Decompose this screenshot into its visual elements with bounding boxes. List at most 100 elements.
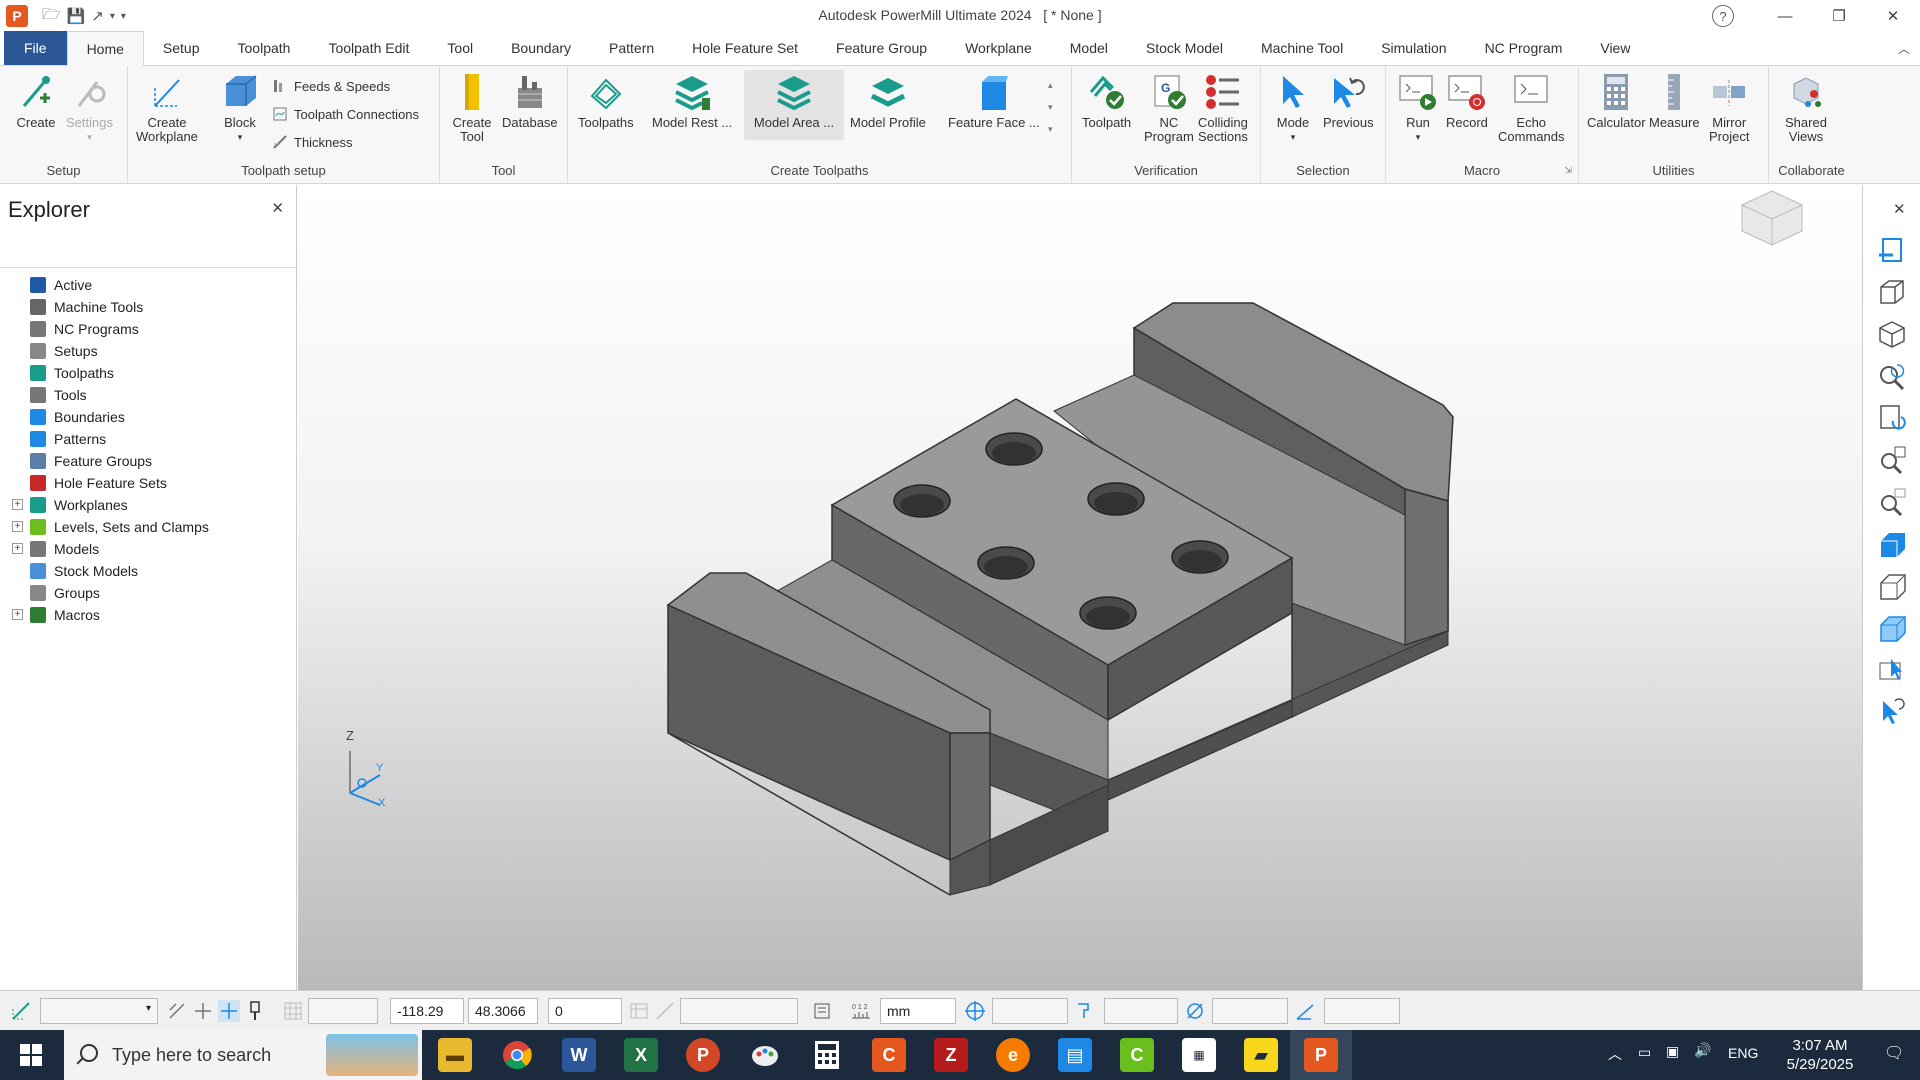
tab-machine-tool[interactable]: Machine Tool bbox=[1242, 31, 1362, 65]
tolerance-icon[interactable] bbox=[812, 1000, 834, 1022]
customize-qat-icon[interactable]: ▾ bbox=[121, 11, 126, 22]
expand-icon[interactable]: + bbox=[12, 521, 23, 532]
grid-field[interactable] bbox=[308, 998, 378, 1024]
zoom-box-icon[interactable] bbox=[1877, 487, 1907, 517]
tree-item-groups[interactable]: Groups bbox=[0, 582, 296, 604]
model-area-button[interactable]: Model Area ... bbox=[744, 70, 844, 140]
tree-item-patterns[interactable]: Patterns bbox=[0, 428, 296, 450]
sticky-notes-taskbar-icon[interactable]: ▰ bbox=[1244, 1038, 1278, 1072]
crosshair-field[interactable] bbox=[992, 998, 1068, 1024]
taskbar-search-box[interactable]: Type here to search bbox=[64, 1030, 422, 1080]
workplane-quick-icon[interactable]: ↗ bbox=[91, 7, 104, 25]
notification-icon[interactable]: 🗨 bbox=[1884, 1043, 1904, 1063]
gallery-down-icon[interactable]: ▾ bbox=[1048, 96, 1053, 118]
battery-icon[interactable]: ▭ bbox=[1638, 1044, 1651, 1061]
tab-setup[interactable]: Setup bbox=[144, 31, 219, 65]
tree-item-stock-models[interactable]: Stock Models bbox=[0, 560, 296, 582]
tree-item-models[interactable]: + Models bbox=[0, 538, 296, 560]
select-window-icon[interactable] bbox=[1877, 655, 1907, 685]
help-icon[interactable]: ? bbox=[1712, 5, 1734, 27]
workplane-select[interactable]: ▾ bbox=[40, 998, 158, 1024]
database-button[interactable]: Database bbox=[502, 72, 558, 130]
tree-item-machine-tools[interactable]: Machine Tools bbox=[0, 296, 296, 318]
minimize-button[interactable]: — bbox=[1758, 0, 1812, 32]
run-macro-button[interactable]: Run ▾ bbox=[1398, 72, 1438, 144]
tab-hole-feature-set[interactable]: Hole Feature Set bbox=[673, 31, 817, 65]
y-coordinate-field[interactable]: 48.3066 bbox=[468, 998, 538, 1024]
tree-item-active[interactable]: Active bbox=[0, 274, 296, 296]
mirror-project-button[interactable]: Mirror Project bbox=[1709, 72, 1749, 144]
expand-icon[interactable]: + bbox=[12, 499, 23, 510]
tree-item-levels-sets-and-clamps[interactable]: + Levels, Sets and Clamps bbox=[0, 516, 296, 538]
save-icon[interactable]: 💾 bbox=[67, 7, 86, 25]
previous-selection-button[interactable]: Previous bbox=[1323, 72, 1374, 130]
tab-simulation[interactable]: Simulation bbox=[1362, 31, 1465, 65]
view-toolbar-close-icon[interactable]: ✕ bbox=[1893, 200, 1906, 218]
tab-workplane[interactable]: Workplane bbox=[946, 31, 1051, 65]
tab-model[interactable]: Model bbox=[1051, 31, 1127, 65]
toolpath-verify-button[interactable]: Toolpath bbox=[1082, 72, 1131, 130]
measure-table-icon[interactable] bbox=[628, 1000, 650, 1022]
view-cube[interactable] bbox=[1741, 190, 1803, 246]
tree-item-hole-feature-sets[interactable]: Hole Feature Sets bbox=[0, 472, 296, 494]
search-highlight-image[interactable] bbox=[326, 1034, 418, 1076]
excel-taskbar-icon[interactable]: X bbox=[624, 1038, 658, 1072]
tab-toolpath-edit[interactable]: Toolpath Edit bbox=[309, 31, 428, 65]
tab-boundary[interactable]: Boundary bbox=[492, 31, 590, 65]
refresh-view-icon[interactable] bbox=[1877, 403, 1907, 433]
transparent-block-icon[interactable] bbox=[1877, 613, 1907, 643]
tab-feature-group[interactable]: Feature Group bbox=[817, 31, 946, 65]
tab-file[interactable]: File bbox=[4, 31, 67, 65]
select-undo-icon[interactable] bbox=[1877, 697, 1907, 727]
restore-button[interactable]: ❐ bbox=[1812, 0, 1866, 32]
notepad-taskbar-icon[interactable]: ▤ bbox=[1058, 1038, 1092, 1072]
powermill-app-icon[interactable]: P bbox=[6, 5, 28, 27]
block-button[interactable]: Block ▾ bbox=[220, 72, 260, 144]
zoom-refresh-icon[interactable] bbox=[1877, 361, 1907, 391]
create-workplane-button[interactable]: Create Workplane bbox=[136, 72, 198, 144]
gallery-more-icon[interactable]: ▾ bbox=[1048, 118, 1053, 140]
tree-item-feature-groups[interactable]: Feature Groups bbox=[0, 450, 296, 472]
tree-item-nc-programs[interactable]: NC Programs bbox=[0, 318, 296, 340]
grid-icon[interactable] bbox=[282, 1000, 304, 1022]
model-profile-button[interactable]: Model Profile bbox=[850, 72, 926, 130]
tree-item-tools[interactable]: Tools bbox=[0, 384, 296, 406]
model-rest-button[interactable]: Model Rest ... bbox=[652, 72, 732, 130]
units-ruler-icon[interactable]: 0 1 2 bbox=[850, 1000, 872, 1022]
dropdown-arrow-icon[interactable]: ▾ bbox=[110, 11, 115, 22]
record-macro-button[interactable]: Record bbox=[1446, 72, 1488, 130]
expand-icon[interactable]: + bbox=[12, 609, 23, 620]
word-taskbar-icon[interactable]: W bbox=[562, 1038, 596, 1072]
language-indicator[interactable]: ENG bbox=[1728, 1045, 1758, 1061]
tab-toolpath[interactable]: Toolpath bbox=[219, 31, 310, 65]
tool-axis-icon[interactable] bbox=[1074, 1000, 1096, 1022]
tab-pattern[interactable]: Pattern bbox=[590, 31, 673, 65]
calendar-taskbar-icon[interactable]: ▦ bbox=[1182, 1038, 1216, 1072]
expand-icon[interactable]: + bbox=[12, 543, 23, 554]
feature-face-button[interactable]: Feature Face ... bbox=[948, 72, 1040, 130]
powerpoint-taskbar-icon[interactable]: P bbox=[686, 1038, 720, 1072]
tab-home[interactable]: Home bbox=[66, 31, 144, 66]
tree-item-toolpaths[interactable]: Toolpaths bbox=[0, 362, 296, 384]
collapse-ribbon-icon[interactable]: ︿ bbox=[1898, 40, 1910, 57]
camtasia-taskbar-icon[interactable]: C bbox=[1120, 1038, 1154, 1072]
autodesk-c-taskbar-icon[interactable]: C bbox=[872, 1038, 906, 1072]
axis-snap-icon[interactable] bbox=[218, 1000, 240, 1022]
feeds-speeds-button[interactable]: Feeds & Speeds bbox=[272, 78, 390, 94]
selection-mode-button[interactable]: Mode ▾ bbox=[1273, 72, 1313, 144]
volume-icon[interactable]: 🔊 bbox=[1694, 1042, 1711, 1059]
tool-status-icon[interactable] bbox=[244, 1000, 266, 1022]
angle-icon[interactable] bbox=[1294, 1000, 1316, 1022]
grid-snap-icon[interactable] bbox=[192, 1000, 214, 1022]
colliding-sections-button[interactable]: Colliding Sections bbox=[1198, 72, 1248, 144]
crosshair-icon[interactable] bbox=[964, 1000, 986, 1022]
graphics-viewport[interactable]: Z Y X bbox=[298, 185, 1862, 990]
units-field[interactable]: mm bbox=[880, 998, 956, 1024]
clock[interactable]: 3:07 AM 5/29/2025 bbox=[1770, 1036, 1870, 1074]
zoom-fit-icon[interactable] bbox=[1877, 445, 1907, 475]
gallery-up-icon[interactable]: ▴ bbox=[1048, 74, 1053, 96]
edge-like-taskbar-icon[interactable]: e bbox=[996, 1038, 1030, 1072]
echo-commands-button[interactable]: Echo Commands bbox=[1498, 72, 1564, 144]
tree-item-macros[interactable]: + Macros bbox=[0, 604, 296, 626]
view-workplane-icon[interactable] bbox=[1877, 235, 1907, 265]
